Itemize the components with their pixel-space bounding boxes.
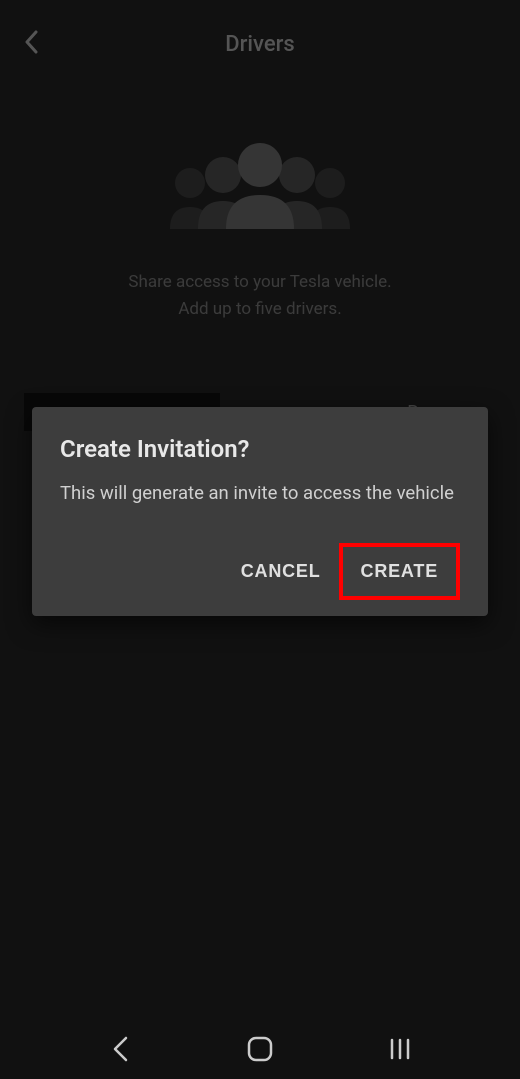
- create-button[interactable]: CREATE: [339, 543, 460, 600]
- cancel-button[interactable]: CANCEL: [223, 543, 339, 600]
- subtitle-line2: Add up to five drivers.: [0, 296, 520, 323]
- nav-recents-icon[interactable]: [380, 1029, 420, 1069]
- create-invitation-dialog: Create Invitation? This will generate an…: [32, 407, 488, 616]
- page-title: Drivers: [225, 32, 294, 57]
- dialog-body: This will generate an invite to access t…: [60, 481, 460, 507]
- page-header: Drivers: [0, 0, 520, 89]
- nav-back-icon[interactable]: [100, 1029, 140, 1069]
- people-group-icon: [0, 139, 520, 239]
- back-icon[interactable]: [24, 28, 38, 61]
- dialog-title: Create Invitation?: [60, 435, 460, 463]
- subtitle-line1: Share access to your Tesla vehicle.: [0, 269, 520, 296]
- dialog-actions: CANCEL CREATE: [60, 543, 460, 600]
- nav-home-icon[interactable]: [240, 1029, 280, 1069]
- page-subtitle: Share access to your Tesla vehicle. Add …: [0, 269, 520, 323]
- system-nav-bar: [0, 1019, 520, 1079]
